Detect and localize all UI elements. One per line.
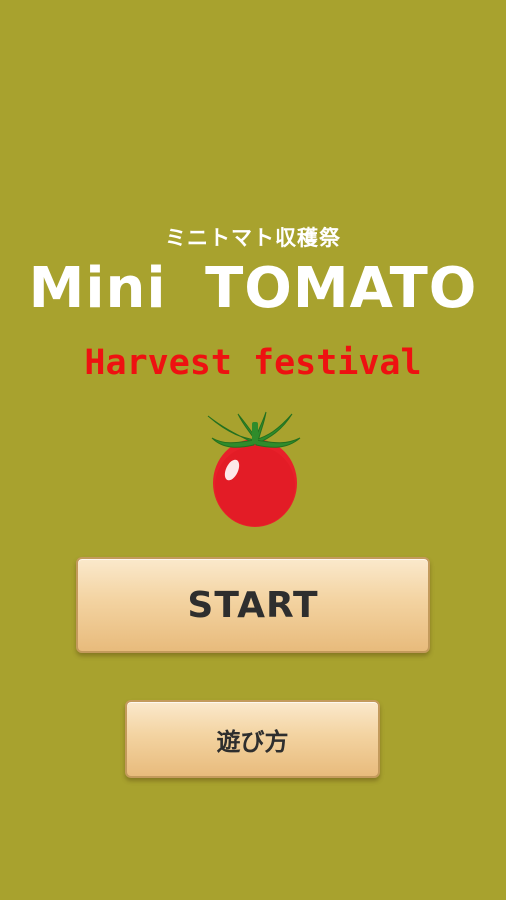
game-title: Mini TOMATO: [28, 256, 478, 321]
japanese-subtitle: ミニトマト収穫祭: [165, 226, 341, 250]
english-subtitle: Harvest festival: [84, 343, 422, 383]
how-to-play-button[interactable]: 遊び方: [125, 700, 380, 778]
start-button[interactable]: START: [76, 557, 430, 653]
tomato-icon: [200, 408, 310, 533]
